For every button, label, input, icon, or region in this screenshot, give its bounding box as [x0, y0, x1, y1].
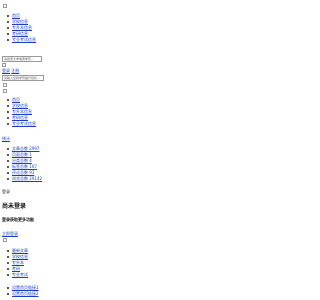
stats-heading[interactable]: 统计 — [2, 136, 10, 142]
login-link[interactable]: 登录 — [2, 68, 10, 73]
login-now-button[interactable]: 立即登录 — [2, 231, 18, 237]
login-title: 尚未登录 — [2, 203, 27, 210]
footer-link[interactable]: 设置首页链接1 — [12, 285, 39, 290]
footer-nav: 最新文章 学校信息 专升本 考研 专业考试 — [6, 248, 28, 278]
stats-list: 文章总数 2997 页面总数 1 分类总数 4 标签总数 167 评论总数 93… — [6, 146, 42, 182]
stats-item[interactable]: 浏览总数 29142 — [6, 176, 42, 182]
search-input[interactable]: 请搜索大学或者学历... — [2, 56, 42, 62]
side-nav: 首页 学校信息 专升本信息 考研信息 专业考试信息 — [6, 97, 36, 127]
side-nav-link-exams[interactable]: 专业考试信息 — [12, 121, 36, 126]
side-nav-link-home[interactable]: 首页 — [12, 97, 20, 102]
side-nav-item[interactable]: 专业考试信息 — [6, 121, 36, 127]
stats-item-link[interactable]: 文章总数 2997 — [12, 146, 39, 151]
stats-item-link[interactable]: 标签总数 167 — [12, 164, 37, 169]
login-section-label: 登录 — [2, 189, 10, 194]
footer-nav-link[interactable]: 专业考试 — [12, 272, 28, 277]
stats-item-link[interactable]: 页面总数 1 — [12, 152, 32, 157]
menu-toggle-icon[interactable] — [3, 4, 7, 8]
top-nav-link-schools[interactable]: 学校信息 — [12, 19, 28, 24]
top-nav-item[interactable]: 专业考试信息 — [6, 37, 36, 43]
footer-link[interactable]: 设置首页链接2 — [12, 291, 39, 296]
top-nav-link-home[interactable]: 首页 — [12, 13, 20, 18]
side-nav-link-upgrade[interactable]: 专升本信息 — [12, 109, 32, 114]
stats-item-link[interactable]: 评论总数 93 — [12, 170, 34, 175]
top-nav-link-upgrade[interactable]: 专升本信息 — [12, 25, 32, 30]
top-nav-link-postgrad[interactable]: 考研信息 — [12, 31, 28, 36]
stats-item-link[interactable]: 浏览总数 29142 — [12, 176, 42, 181]
side-nav-link-postgrad[interactable]: 考研信息 — [12, 115, 28, 120]
stats-item-link[interactable]: 分类总数 4 — [12, 158, 32, 163]
footer-link-item[interactable]: 设置首页链接2 — [6, 291, 39, 297]
side-nav-link-schools[interactable]: 学校信息 — [12, 103, 28, 108]
goal-input[interactable]: 请输入您的学历提升目标... — [2, 75, 44, 81]
top-nav: 首页 学校信息 专升本信息 考研信息 专业考试信息 — [6, 13, 36, 43]
search-icon[interactable] — [2, 63, 6, 67]
footer-nav-link[interactable]: 学校信息 — [12, 254, 28, 259]
footer-nav-item[interactable]: 专业考试 — [6, 272, 28, 278]
top-nav-link-exams[interactable]: 专业考试信息 — [12, 37, 36, 42]
register-link[interactable]: 注册 — [11, 68, 19, 73]
close-icon[interactable] — [3, 89, 7, 93]
footer-links: 设置首页链接1 设置首页链接2 — [6, 285, 39, 297]
footer-nav-link[interactable]: 考研 — [12, 266, 20, 271]
checkbox-icon[interactable] — [3, 83, 7, 87]
footer-nav-link[interactable]: 最新文章 — [12, 248, 28, 253]
login-subtitle: 登录获取更多功能 — [2, 217, 34, 222]
auth-links: 登录 注册 — [2, 68, 19, 74]
close-icon[interactable] — [3, 238, 7, 242]
footer-nav-link[interactable]: 专升本 — [12, 260, 24, 265]
